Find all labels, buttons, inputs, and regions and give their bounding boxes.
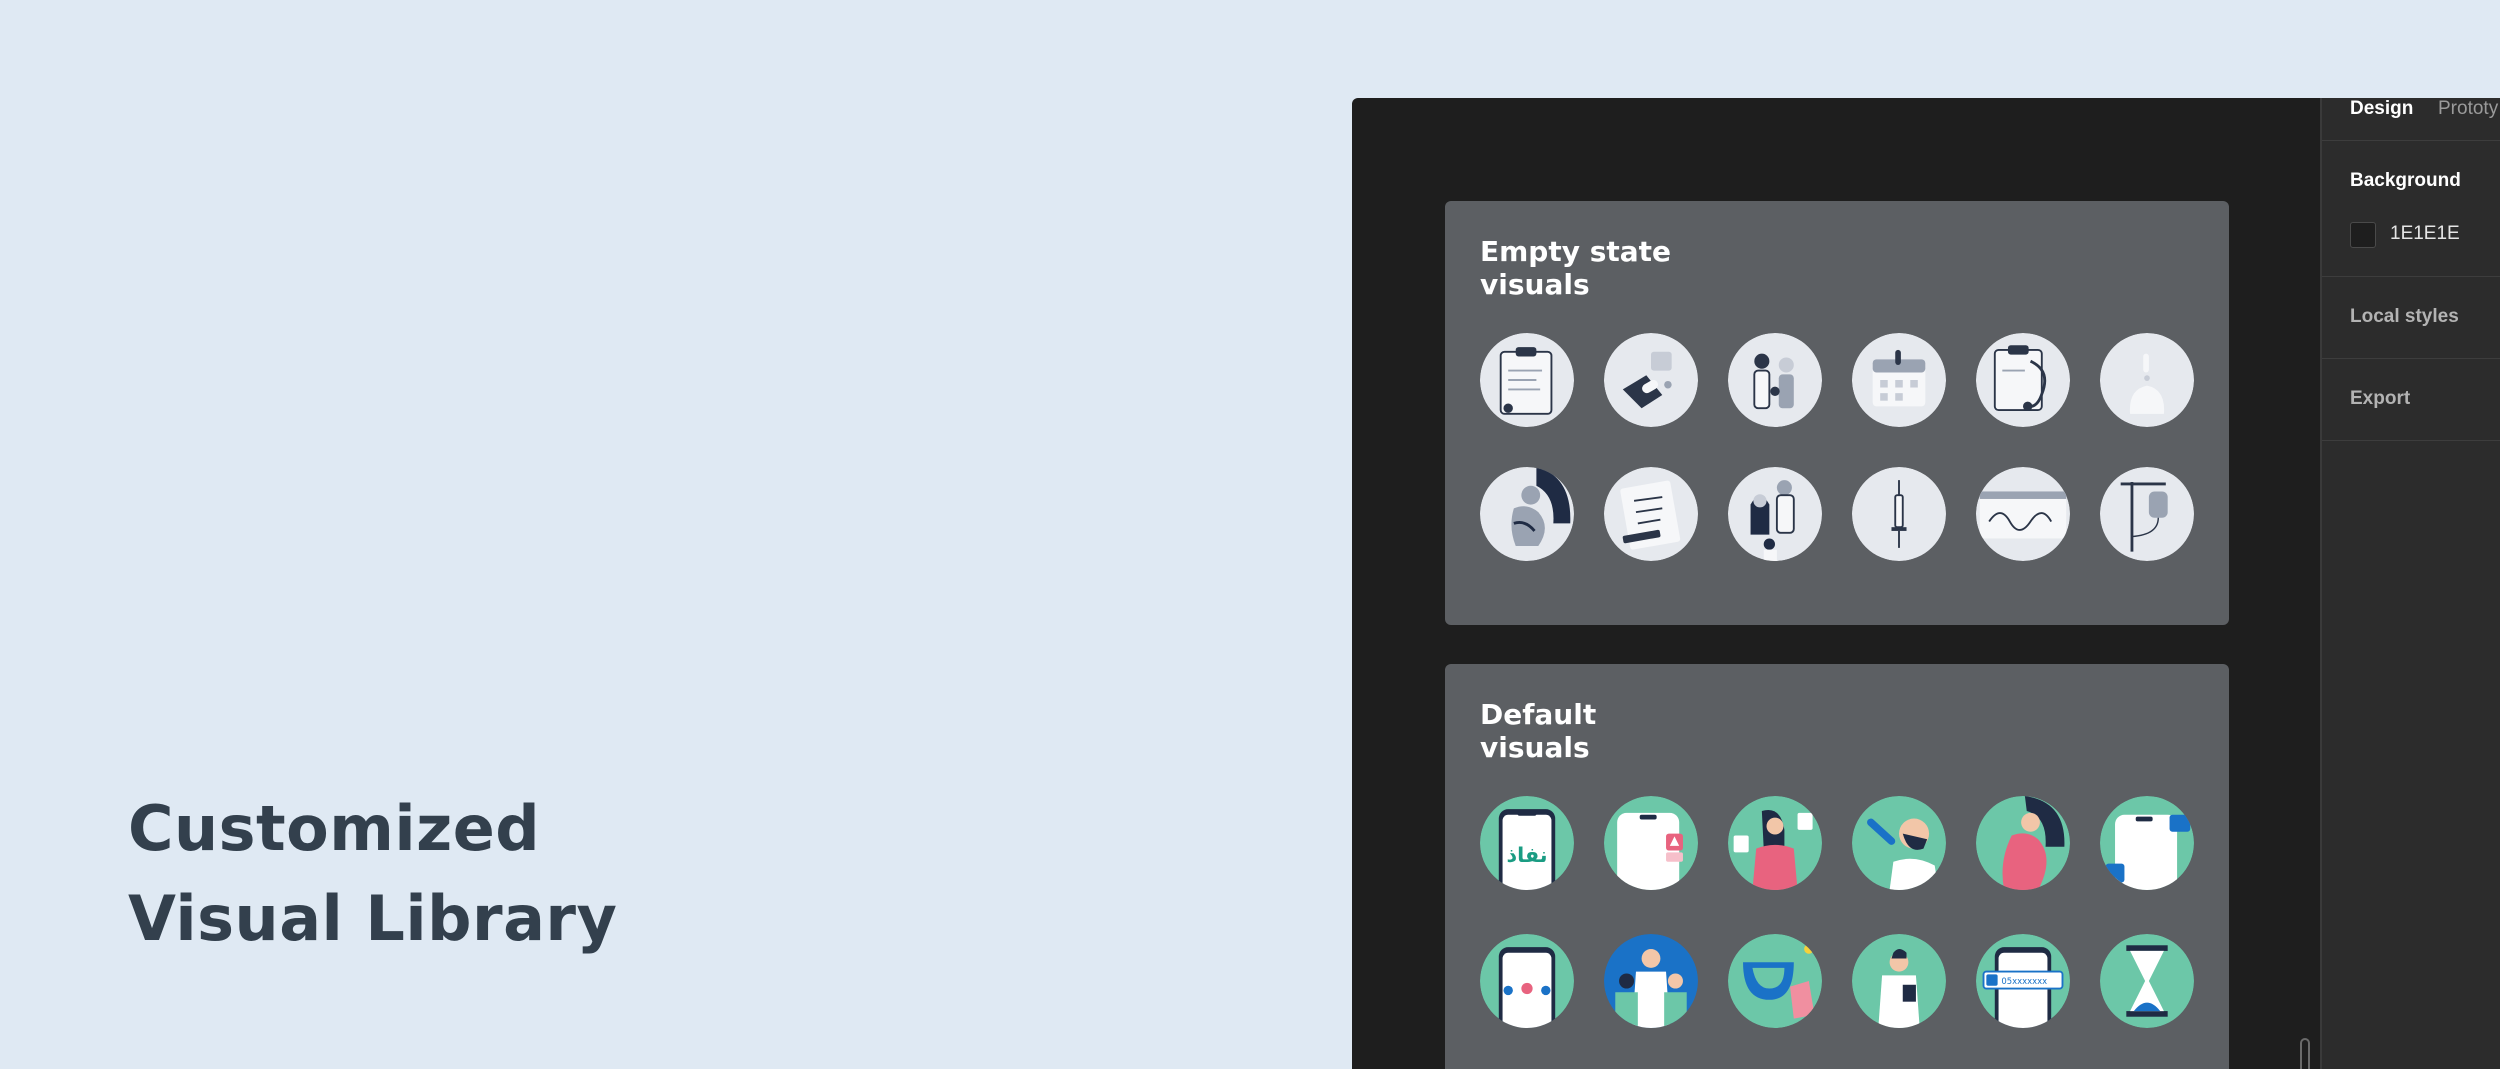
phone-video-call-icon[interactable] <box>2100 796 2194 890</box>
panel-divider <box>2322 140 2500 141</box>
phone-alert-icon[interactable] <box>1604 796 1698 890</box>
phone-call-icon[interactable]: 05xxxxxxx <box>1976 934 2070 1028</box>
pregnant-woman-color-icon[interactable] <box>1976 796 2070 890</box>
phone-number-text: 05xxxxxxx <box>2001 976 2047 986</box>
canvas-scrollbar[interactable] <box>2300 1038 2310 1069</box>
panel-divider <box>2322 276 2500 277</box>
properties-panel: Design Prototy Background 1E1E1E Local s… <box>2320 98 2500 1069</box>
doctor-swab-icon[interactable] <box>1852 796 1946 890</box>
clipboard-stethoscope-icon[interactable] <box>1976 333 2070 427</box>
nafath-logo-text: نفاذ <box>1506 843 1547 867</box>
section-title: Empty state visuals <box>1480 235 1700 301</box>
local-styles-label[interactable]: Local styles <box>2350 306 2459 328</box>
panel-divider <box>2322 358 2500 359</box>
phone-connect-icon[interactable] <box>1480 934 1574 1028</box>
family-group-icon[interactable] <box>1728 333 1822 427</box>
dental-cleaning-icon[interactable] <box>1728 934 1822 1028</box>
headline-line-1: Customized <box>128 792 541 865</box>
hand-pill-icon[interactable] <box>1604 333 1698 427</box>
heart-monitor-icon[interactable] <box>1976 467 2070 561</box>
doctors-team-icon[interactable] <box>1604 934 1698 1028</box>
water-drop-icon[interactable] <box>2100 333 2194 427</box>
doctor-clipboard-icon[interactable] <box>1852 934 1946 1028</box>
tab-prototype[interactable]: Prototy <box>2438 98 2498 120</box>
clipboard-document-icon[interactable] <box>1480 333 1574 427</box>
canvas-area[interactable]: Empty state visuals Default visuals نفاذ… <box>1352 98 2320 1069</box>
design-app-window: Empty state visuals Default visuals نفاذ… <box>1352 98 2500 1069</box>
headline: Customized Visual Library <box>128 784 617 964</box>
mother-baby-icon[interactable] <box>1728 796 1822 890</box>
tab-design[interactable]: Design <box>2350 98 2413 120</box>
background-color-value[interactable]: 1E1E1E <box>2390 223 2460 245</box>
section-title-text: Empty state visuals <box>1480 235 1672 301</box>
phone-nafath-icon[interactable]: نفاذ <box>1480 796 1574 890</box>
calendar-icon[interactable] <box>1852 333 1946 427</box>
panel-divider <box>2322 440 2500 441</box>
export-label[interactable]: Export <box>2350 388 2410 410</box>
syringe-icon[interactable] <box>1852 467 1946 561</box>
family-doctor-icon[interactable] <box>1728 467 1822 561</box>
prescription-paper-icon[interactable] <box>1604 467 1698 561</box>
pregnant-woman-icon[interactable] <box>1480 467 1574 561</box>
iv-drip-icon[interactable] <box>2100 467 2194 561</box>
headline-line-2: Visual Library <box>128 882 618 955</box>
background-color-swatch[interactable] <box>2350 222 2376 248</box>
section-title: Default visuals <box>1480 698 1700 764</box>
background-label: Background <box>2350 170 2461 191</box>
empty-state-visuals-frame[interactable]: Empty state visuals <box>1445 201 2229 625</box>
default-visuals-frame[interactable]: Default visuals نفاذ 05xxxxxxx <box>1445 664 2229 1069</box>
section-title-text: Default visuals <box>1480 698 1597 764</box>
hourglass-icon[interactable] <box>2100 934 2194 1028</box>
